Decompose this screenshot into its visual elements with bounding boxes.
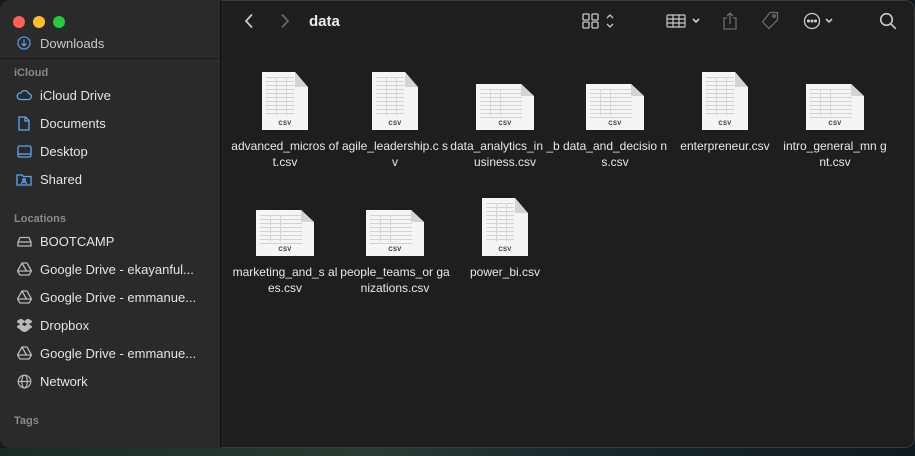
file-item[interactable]: CSV marketing_and_s ales.csv	[230, 190, 340, 296]
google-drive-icon	[16, 289, 32, 305]
file-name: power_bi.csv	[469, 265, 541, 279]
csv-file-icon: CSV	[586, 84, 644, 130]
drive-icon	[16, 233, 32, 249]
desktop-background	[0, 448, 915, 456]
tag-button[interactable]	[758, 11, 782, 35]
sidebar-list: Downloads iCloud iCloud Drive Documents	[0, 36, 220, 429]
file-name: data_and_decisio ns.csv	[562, 139, 668, 169]
file-item[interactable]: CSV agile_leadership.c sv	[340, 64, 450, 170]
csv-file-icon: CSV	[256, 210, 314, 256]
file-name: marketing_and_s ales.csv	[232, 265, 338, 295]
sidebar-item-downloads[interactable]: Downloads	[0, 32, 220, 54]
sidebar-item-google-drive-1[interactable]: Google Drive - ekayanful...	[0, 255, 220, 283]
csv-file-icon: CSV	[482, 198, 528, 256]
window-controls	[13, 16, 65, 28]
sidebar-item-label: Network	[40, 373, 88, 389]
file-item[interactable]: CSV advanced_micros oft.csv	[230, 64, 340, 170]
sidebar-item-bootcamp[interactable]: BOOTCAMP	[0, 227, 220, 255]
cloud-icon	[16, 87, 32, 103]
section-heading-tags: Tags	[14, 415, 39, 427]
file-name: intro_general_mn gnt.csv	[783, 139, 887, 169]
dropbox-icon	[16, 317, 32, 333]
csv-file-icon: CSV	[366, 210, 424, 256]
sidebar-item-label: BOOTCAMP	[40, 233, 115, 249]
file-name: advanced_micros oft.csv	[231, 139, 339, 169]
sidebar-item-documents[interactable]: Documents	[0, 109, 220, 137]
view-mode-button[interactable]	[581, 11, 617, 35]
download-icon	[16, 35, 32, 51]
csv-file-icon: CSV	[372, 72, 418, 130]
csv-file-icon: CSV	[262, 72, 308, 130]
back-button[interactable]	[239, 11, 259, 35]
sidebar-item-label: Google Drive - emmanue...	[40, 345, 197, 361]
sidebar-item-icloud-drive[interactable]: iCloud Drive	[0, 81, 220, 109]
file-grid: CSV advanced_micros oft.csv CSV agile_le…	[221, 46, 915, 448]
file-name: agile_leadership.c sv	[341, 139, 449, 169]
search-icon	[879, 12, 897, 35]
csv-file-icon: CSV	[702, 72, 748, 130]
ellipsis-icon	[803, 12, 837, 35]
sidebar-item-network[interactable]: Network	[0, 367, 220, 395]
tag-icon	[760, 11, 780, 36]
sidebar-item-shared[interactable]: Shared	[0, 165, 220, 193]
section-heading-icloud: iCloud	[14, 67, 49, 79]
search-button[interactable]	[877, 11, 899, 35]
zoom-button[interactable]	[53, 16, 65, 28]
group-button[interactable]	[665, 11, 703, 35]
globe-icon	[16, 373, 32, 389]
sidebar: Downloads iCloud iCloud Drive Documents	[0, 0, 221, 448]
sidebar-item-desktop[interactable]: Desktop	[0, 137, 220, 165]
share-button[interactable]	[720, 11, 740, 35]
file-item[interactable]: CSV data_and_decisio ns.csv	[560, 64, 670, 170]
share-icon	[722, 11, 738, 35]
chevron-right-icon	[280, 13, 290, 34]
sidebar-item-google-drive-2[interactable]: Google Drive - emmanue...	[0, 283, 220, 311]
desktop-icon	[16, 143, 32, 159]
sidebar-item-label: Downloads	[40, 35, 105, 51]
file-name: enterpreneur.csv	[680, 139, 770, 153]
sidebar-item-label: Desktop	[40, 143, 88, 159]
sidebar-item-label: Shared	[40, 171, 82, 187]
sidebar-item-label: Google Drive - emmanue...	[40, 289, 197, 305]
csv-file-icon: CSV	[476, 84, 534, 130]
section-heading-locations: Locations	[14, 213, 66, 225]
more-actions-button[interactable]	[802, 11, 838, 35]
file-name: data_analytics_in _business.csv	[450, 139, 560, 169]
window-title: data	[309, 13, 340, 30]
sidebar-item-google-drive-3[interactable]: Google Drive - emmanue...	[0, 339, 220, 367]
file-name: people_teams_or ganizations.csv	[340, 265, 450, 295]
sidebar-item-label: Documents	[40, 115, 106, 131]
sidebar-item-dropbox[interactable]: Dropbox	[0, 311, 220, 339]
file-item[interactable]: CSV data_analytics_in _business.csv	[450, 64, 560, 170]
file-item[interactable]: CSV power_bi.csv	[450, 190, 560, 280]
file-item[interactable]: CSV intro_general_mn gnt.csv	[780, 64, 890, 170]
grid-view-icon	[582, 12, 616, 34]
toolbar: data	[221, 0, 915, 46]
finder-window: Downloads iCloud iCloud Drive Documents	[0, 0, 915, 448]
sidebar-item-label: iCloud Drive	[40, 87, 111, 103]
minimize-button[interactable]	[33, 16, 45, 28]
sidebar-item-label: Google Drive - ekayanful...	[40, 261, 194, 277]
document-icon	[16, 115, 32, 131]
forward-button[interactable]	[275, 11, 295, 35]
google-drive-icon	[16, 261, 32, 277]
chevron-left-icon	[244, 13, 254, 34]
file-item[interactable]: CSV people_teams_or ganizations.csv	[340, 190, 450, 296]
google-drive-icon	[16, 345, 32, 361]
csv-file-icon: CSV	[806, 84, 864, 130]
shared-folder-icon	[16, 171, 32, 187]
group-icon	[666, 13, 702, 34]
file-item[interactable]: CSV enterpreneur.csv	[670, 64, 780, 154]
close-button[interactable]	[13, 16, 25, 28]
sidebar-item-label: Dropbox	[40, 317, 90, 333]
